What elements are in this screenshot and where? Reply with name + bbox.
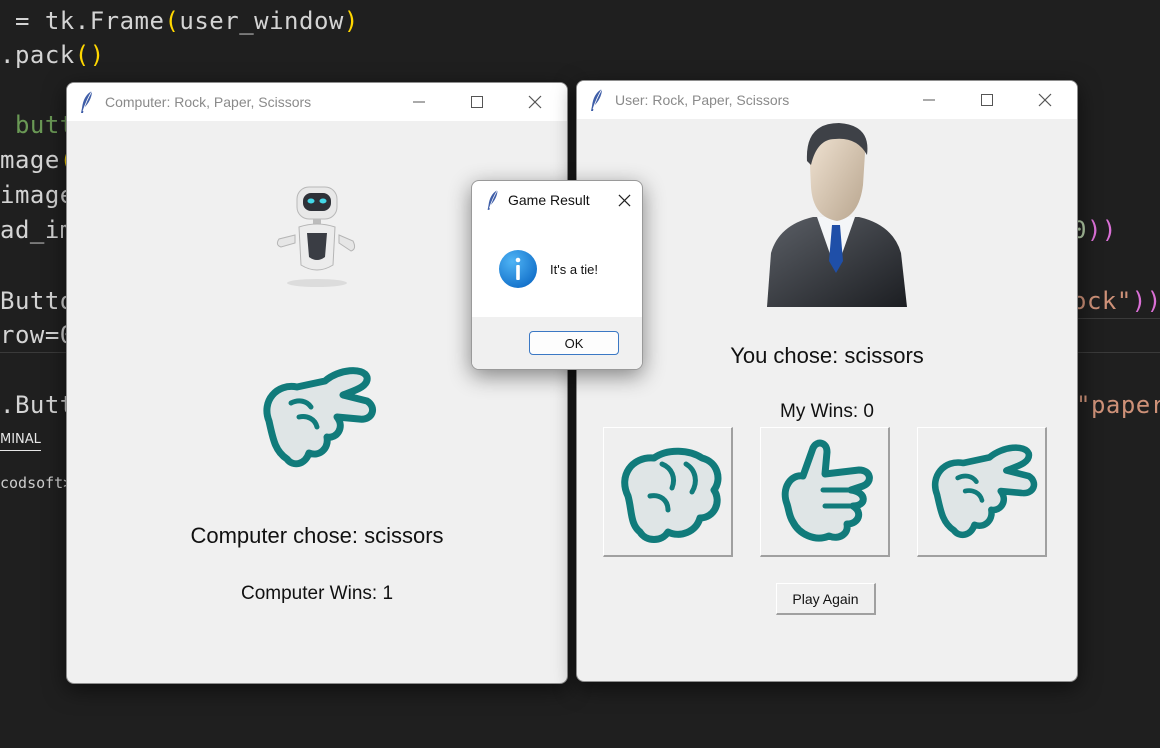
code-line: row=0 <box>0 318 75 352</box>
scissors-hand-icon <box>931 443 1037 538</box>
code-line-fragment: "paper <box>1076 388 1160 422</box>
code-token: .pack <box>0 41 75 69</box>
code-token: butt <box>0 111 75 139</box>
code-token: ad_im <box>0 216 75 244</box>
code-line: image <box>0 178 75 212</box>
code-line: .pack() <box>0 38 105 72</box>
maximize-icon <box>471 96 483 108</box>
close-button[interactable] <box>507 83 563 121</box>
businessman-avatar-icon <box>767 123 907 307</box>
scissors-hand-icon <box>263 367 377 468</box>
feather-icon <box>487 189 498 210</box>
info-icon <box>499 250 537 288</box>
dialog-footer: OK <box>472 317 642 369</box>
code-line: mage( <box>0 143 75 177</box>
ok-button[interactable]: OK <box>529 331 619 355</box>
code-token: user_window <box>179 7 344 35</box>
user-choice-label: You chose: scissors <box>730 343 924 368</box>
code-token: )) <box>1131 287 1160 315</box>
code-token: () <box>74 41 105 69</box>
dialog-message: It's a tie! <box>550 262 599 277</box>
maximize-icon <box>981 94 993 106</box>
close-button[interactable] <box>1017 81 1073 119</box>
minimize-button[interactable] <box>391 83 447 121</box>
user-titlebar[interactable]: User: Rock, Paper, Scissors <box>577 81 1077 119</box>
paper-hand-icon <box>781 439 873 542</box>
code-token: )) <box>1086 216 1117 244</box>
rock-button[interactable] <box>603 427 733 557</box>
window-title: Computer: Rock, Paper, Scissors <box>105 94 312 110</box>
close-icon <box>1038 93 1052 107</box>
code-token: "paper <box>1076 391 1160 419</box>
play-again-button[interactable]: Play Again <box>776 583 876 615</box>
code-token: row=0 <box>0 321 75 349</box>
code-line: Butto <box>0 284 75 318</box>
minimize-button[interactable] <box>901 81 957 119</box>
code-token: ock" <box>1072 287 1132 315</box>
robot-icon <box>276 186 356 287</box>
dialog-titlebar[interactable]: Game Result <box>472 181 642 219</box>
maximize-button[interactable] <box>959 81 1015 119</box>
code-line: butt <box>0 108 75 142</box>
computer-wins-label: Computer Wins: 1 <box>240 583 394 604</box>
feather-icon <box>81 90 93 113</box>
dialog-close-button[interactable] <box>614 190 634 210</box>
feather-icon <box>591 88 603 111</box>
code-line-fragment: ock")) <box>1072 284 1160 318</box>
terminal-prompt: codsoft> <box>0 474 73 492</box>
computer-titlebar[interactable]: Computer: Rock, Paper, Scissors <box>67 83 567 121</box>
code-token: .Butt <box>0 391 75 419</box>
terminal-tab[interactable]: MINAL <box>0 432 41 451</box>
code-line: ad_im <box>0 213 75 247</box>
paper-button[interactable] <box>760 427 890 557</box>
close-icon <box>528 95 542 109</box>
code-token: ) <box>343 7 359 35</box>
minimize-icon <box>923 99 935 101</box>
code-token: ( <box>164 7 180 35</box>
code-line: = tk.Frame(user_window) <box>0 4 359 38</box>
code-token: mage <box>0 146 60 174</box>
minimize-icon <box>413 101 425 103</box>
computer-window: Computer: Rock, Paper, Scissors Computer… <box>66 82 568 684</box>
close-icon <box>618 194 630 206</box>
code-line: .Butt <box>0 388 75 422</box>
user-window: User: Rock, Paper, Scissors You chose: s… <box>576 80 1078 682</box>
code-token: = tk.Frame <box>0 7 165 35</box>
game-result-dialog: Game Result It's a tie! OK <box>471 180 643 370</box>
scissors-button[interactable] <box>917 427 1047 557</box>
code-line-fragment: 0)) <box>1072 213 1117 247</box>
window-title: User: Rock, Paper, Scissors <box>615 92 790 108</box>
computer-choice-label: Computer chose: scissors <box>190 523 444 548</box>
code-token: image <box>0 181 75 209</box>
maximize-button[interactable] <box>449 83 505 121</box>
user-wins-label: My Wins: 0 <box>780 401 874 422</box>
rock-fist-icon <box>620 447 721 543</box>
code-token: Butto <box>0 287 75 315</box>
dialog-title: Game Result <box>508 192 590 208</box>
